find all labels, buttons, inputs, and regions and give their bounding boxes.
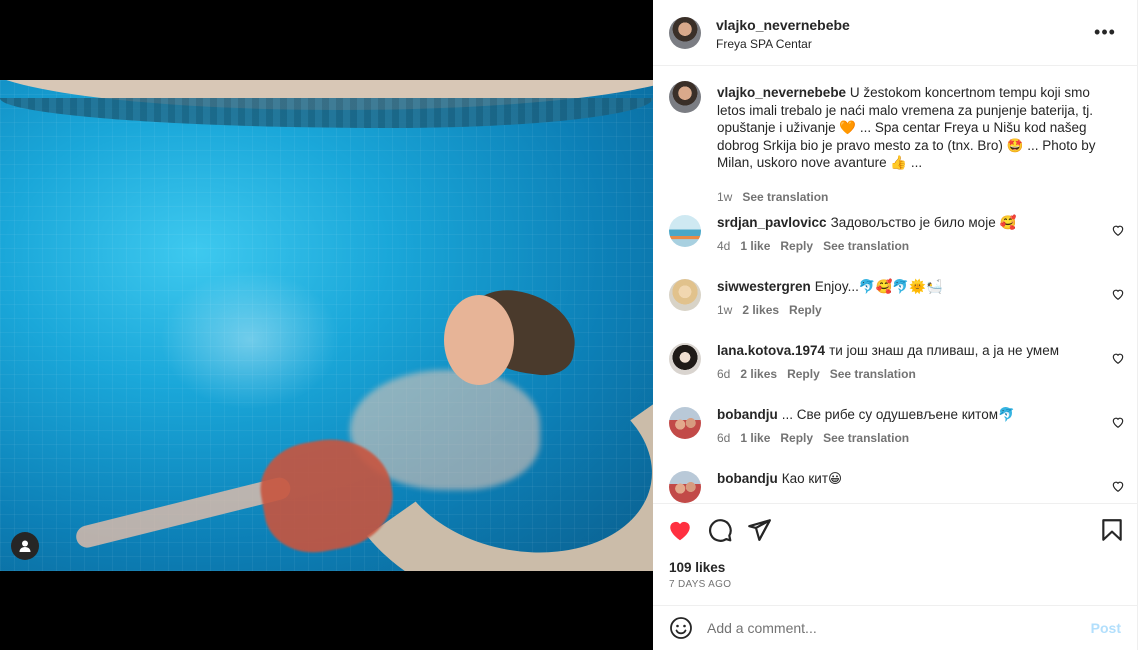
heart-icon[interactable] — [1111, 223, 1125, 237]
comment-text: Као кит😀 — [781, 471, 843, 486]
scrollbar[interactable] — [1137, 0, 1142, 650]
add-comment-bar: Post — [653, 605, 1137, 650]
post-time-ago[interactable]: 7 DAYS AGO — [669, 579, 731, 590]
comment-age[interactable]: 6d — [717, 431, 730, 445]
commenter-avatar[interactable] — [669, 343, 701, 375]
comment-icon[interactable] — [707, 517, 733, 543]
comment-text: ... Све рибе су одушевљене китом🐬 — [781, 407, 1015, 422]
comment-age[interactable]: 6d — [717, 367, 730, 381]
heart-icon[interactable] — [1111, 479, 1125, 493]
reply-button[interactable]: Reply — [789, 303, 822, 317]
comment-text: Enjoy...🐬🥰🐬🌞🛀 — [814, 279, 943, 294]
author-avatar[interactable] — [669, 17, 701, 49]
caption-meta: 1w See translation — [717, 190, 838, 204]
more-options-icon[interactable]: ••• — [1093, 22, 1117, 42]
comment-line: lana.kotova.1974 ти још знаш да пливаш, а… — [717, 343, 1059, 358]
see-translation-link[interactable]: See translation — [823, 239, 909, 253]
reply-button[interactable]: Reply — [780, 239, 813, 253]
comment-item: bobandju... Све рибе су одушевљене китом… — [653, 407, 1137, 471]
reply-button[interactable]: Reply — [787, 367, 820, 381]
reply-button[interactable]: Reply — [780, 431, 813, 445]
emoji-icon[interactable] — [669, 616, 693, 640]
swimmer-head — [444, 295, 514, 385]
add-comment-input[interactable] — [707, 616, 1077, 640]
water-splash — [160, 270, 340, 410]
comment-meta: 6d 2 likes Reply See translation — [717, 367, 926, 381]
post-comment-button[interactable]: Post — [1091, 620, 1121, 636]
comment-line: bobandju... Све рибе су одушевљене китом… — [717, 407, 1015, 423]
caption-text: vlajko_nevernebebe U žestokom koncertnom… — [717, 84, 1097, 172]
heart-filled-icon[interactable] — [667, 517, 693, 543]
comment-age[interactable]: 1w — [717, 303, 732, 317]
author-username[interactable]: vlajko_nevernebebe — [716, 17, 850, 33]
comment-meta: 4d 1 like Reply See translation — [717, 239, 919, 253]
post-actions: 109 likes 7 DAYS AGO — [653, 503, 1137, 605]
commenter-username[interactable]: srdjan_pavlovicc — [717, 215, 827, 230]
bookmark-icon[interactable] — [1099, 517, 1125, 543]
commenter-username[interactable]: bobandju — [717, 471, 778, 486]
post-photo[interactable] — [0, 80, 653, 571]
comment-text: Задовољство је било моје 🥰 — [830, 215, 1017, 230]
caption-avatar[interactable] — [669, 81, 701, 113]
commenter-avatar[interactable] — [669, 471, 701, 503]
post-side-panel: vlajko_nevernebebe Freya SPA Centar ••• … — [653, 0, 1137, 650]
commenter-avatar[interactable] — [669, 279, 701, 311]
comment-line: siwwestergren Enjoy...🐬🥰🐬🌞🛀 — [717, 279, 943, 295]
likes-count[interactable]: 109 likes — [669, 560, 725, 575]
comment-age[interactable]: 4d — [717, 239, 730, 253]
comment-item: bobandju Као кит😀 — [653, 471, 1137, 503]
post-header: vlajko_nevernebebe Freya SPA Centar ••• — [653, 0, 1137, 66]
comment-line: bobandju Као кит😀 — [717, 471, 842, 487]
commenter-avatar[interactable] — [669, 215, 701, 247]
comment-likes[interactable]: 2 likes — [742, 303, 779, 317]
commenter-username[interactable]: siwwestergren — [717, 279, 811, 294]
commenter-username[interactable]: bobandju — [717, 407, 778, 422]
caption-username[interactable]: vlajko_nevernebebe — [717, 85, 846, 100]
commenter-avatar[interactable] — [669, 407, 701, 439]
commenter-username[interactable]: lana.kotova.1974 — [717, 343, 825, 358]
comment-meta: 6d 1 like Reply See translation — [717, 431, 919, 445]
post-media — [0, 0, 653, 650]
comment-item: lana.kotova.1974 ти још знаш да пливаш, а… — [653, 343, 1137, 407]
caption-age[interactable]: 1w — [717, 190, 732, 204]
comment-line: srdjan_pavlovicc Задовољство је било моје… — [717, 215, 1016, 231]
comment-item: srdjan_pavlovicc Задовољство је било моје… — [653, 215, 1137, 279]
see-translation-link[interactable]: See translation — [823, 431, 909, 445]
comment-likes[interactable]: 1 like — [740, 239, 770, 253]
heart-icon[interactable] — [1111, 287, 1125, 301]
user-tag-icon[interactable] — [11, 532, 39, 560]
comment-likes[interactable]: 2 likes — [740, 367, 777, 381]
comment-item: siwwestergren Enjoy...🐬🥰🐬🌞🛀 1w 2 likes Repl… — [653, 279, 1137, 343]
heart-icon[interactable] — [1111, 351, 1125, 365]
comment-meta: 1w 2 likes Reply — [717, 303, 832, 317]
post-location[interactable]: Freya SPA Centar — [716, 37, 812, 51]
comments-list[interactable]: vlajko_nevernebebe U žestokom koncertnom… — [653, 67, 1137, 503]
share-icon[interactable] — [746, 517, 772, 543]
comment-likes[interactable]: 1 like — [740, 431, 770, 445]
heart-icon[interactable] — [1111, 415, 1125, 429]
see-translation-link[interactable]: See translation — [830, 367, 916, 381]
comment-text: ти још знаш да пливаш, а ја не умем — [829, 343, 1059, 358]
see-translation-link[interactable]: See translation — [742, 190, 828, 204]
